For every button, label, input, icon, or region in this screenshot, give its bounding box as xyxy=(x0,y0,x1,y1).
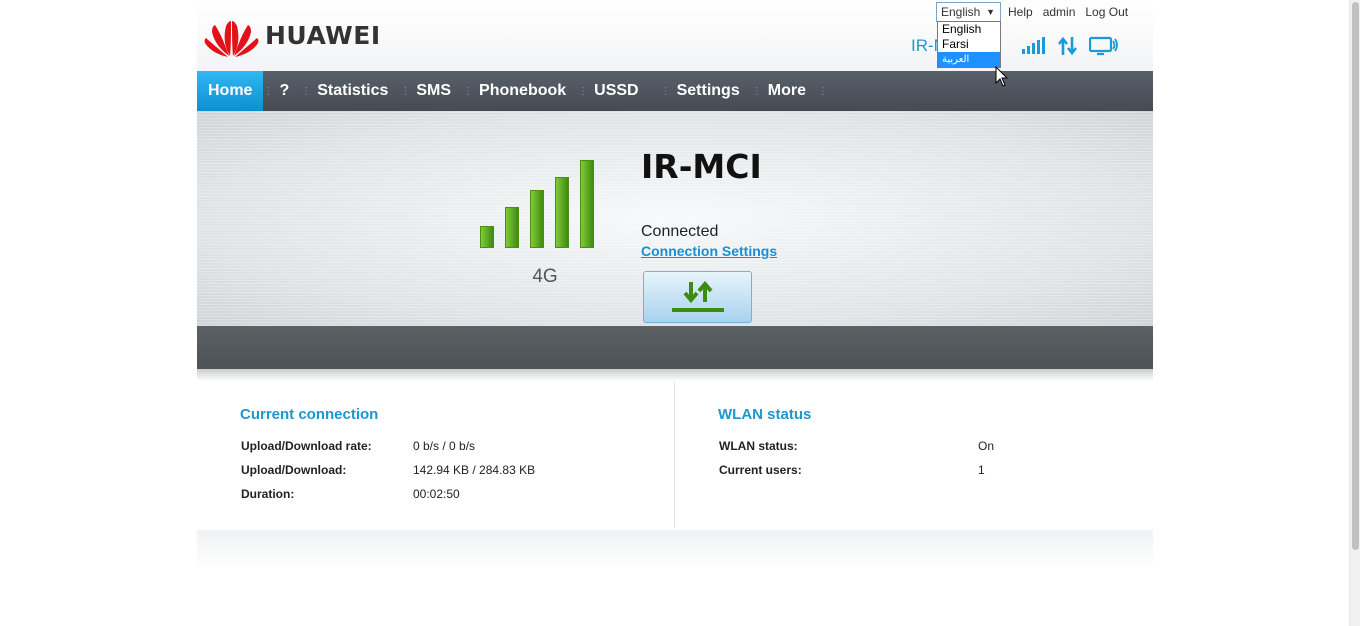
huawei-flower-icon xyxy=(204,21,259,57)
nav-home[interactable]: Home xyxy=(197,71,264,111)
signal-bar xyxy=(530,190,544,248)
row-value: 00:02:50 xyxy=(413,487,460,501)
header: HUAWEI English ▼ Help admin Log Out IR-M… xyxy=(197,0,1153,71)
transfer-arrows-svg xyxy=(1057,36,1078,56)
signal-bar xyxy=(480,226,494,248)
signal-strength-bars xyxy=(480,160,595,248)
help-link[interactable]: Help xyxy=(1008,5,1033,19)
row-value: 142.94 KB / 284.83 KB xyxy=(413,463,536,477)
router-web-ui: HUAWEI English ▼ Help admin Log Out IR-M… xyxy=(197,0,1153,626)
row-value: 1 xyxy=(978,463,985,477)
wlan-status-title: WLAN status xyxy=(718,406,812,423)
nav-statistics[interactable]: Statistics xyxy=(305,71,400,111)
status-band xyxy=(197,326,1153,369)
top-links: English ▼ Help admin Log Out xyxy=(936,2,1128,22)
device-icon xyxy=(1089,36,1119,56)
panel-divider xyxy=(674,382,675,527)
scrollbar-thumb[interactable] xyxy=(1352,2,1359,550)
signal-icon xyxy=(1021,37,1047,55)
language-option-english[interactable]: English xyxy=(938,22,1000,37)
shadow-divider xyxy=(197,369,1153,381)
language-selected: English xyxy=(941,5,981,19)
signal-bars-svg xyxy=(1022,37,1045,54)
language-select[interactable]: English ▼ xyxy=(936,2,1001,22)
info-row: Upload/Download: 142.94 KB / 284.83 KB xyxy=(240,458,535,482)
signal-bar xyxy=(580,160,594,248)
connect-toggle-button[interactable] xyxy=(643,271,752,323)
language-option-farsi[interactable]: Farsi xyxy=(938,37,1000,52)
data-transfer-icon xyxy=(1057,36,1079,56)
upload-download-icon xyxy=(671,280,724,312)
current-connection-panel: Current connection Upload/Download rate:… xyxy=(240,406,535,506)
network-type: 4G xyxy=(532,266,558,287)
connection-settings-link[interactable]: Connection Settings xyxy=(641,243,777,259)
page-scrollbar[interactable] xyxy=(1349,0,1360,626)
main-nav: Home ⋮ ? ⋮ Statistics ⋮ SMS ⋮ Phonebook … xyxy=(197,71,1153,111)
signal-bar xyxy=(555,177,569,248)
connection-hero: 4G IR-MCI Connected Connection Settings xyxy=(197,111,1153,326)
row-label: WLAN status: xyxy=(719,439,798,453)
current-connection-title: Current connection xyxy=(240,406,379,423)
nav-sms[interactable]: SMS xyxy=(404,71,463,111)
dropdown-arrow-icon: ▼ xyxy=(986,7,995,17)
admin-link[interactable]: admin xyxy=(1043,5,1076,19)
row-label: Upload/Download: xyxy=(241,463,347,477)
nav-phonebook[interactable]: Phonebook xyxy=(467,71,578,111)
nav-more[interactable]: More xyxy=(756,71,818,111)
nav-ussd[interactable]: USSD xyxy=(582,71,660,111)
operator-name: IR-MCI xyxy=(641,147,762,186)
info-row: Upload/Download rate: 0 b/s / 0 b/s xyxy=(240,434,535,458)
row-label: Upload/Download rate: xyxy=(241,439,372,453)
computer-svg xyxy=(1089,36,1118,56)
footer-fade xyxy=(197,530,1153,570)
nav-help[interactable]: ? xyxy=(267,71,301,111)
signal-bar xyxy=(505,207,519,248)
row-value: On xyxy=(978,439,995,453)
wlan-status-panel: WLAN status WLAN status: On Current user… xyxy=(718,406,994,482)
connection-status: Connected xyxy=(641,223,719,240)
brand-name: HUAWEI xyxy=(265,20,381,50)
nav-settings[interactable]: Settings xyxy=(665,71,752,111)
info-row: WLAN status: On xyxy=(718,434,994,458)
page: HUAWEI English ▼ Help admin Log Out IR-M… xyxy=(0,0,1360,626)
huawei-logo[interactable]: HUAWEI xyxy=(203,12,383,58)
info-row: Current users: 1 xyxy=(718,458,994,482)
info-row: Duration: 00:02:50 xyxy=(240,482,535,506)
row-label: Duration: xyxy=(241,487,295,501)
mouse-cursor-icon xyxy=(995,66,1009,87)
language-dropdown-list: English Farsi العربية xyxy=(937,21,1001,68)
logout-link[interactable]: Log Out xyxy=(1085,5,1128,19)
nav-separator: ⋮ xyxy=(817,85,828,97)
row-label: Current users: xyxy=(719,463,802,477)
row-value: 0 b/s / 0 b/s xyxy=(413,439,476,453)
language-option-arabic[interactable]: العربية xyxy=(938,52,1000,67)
